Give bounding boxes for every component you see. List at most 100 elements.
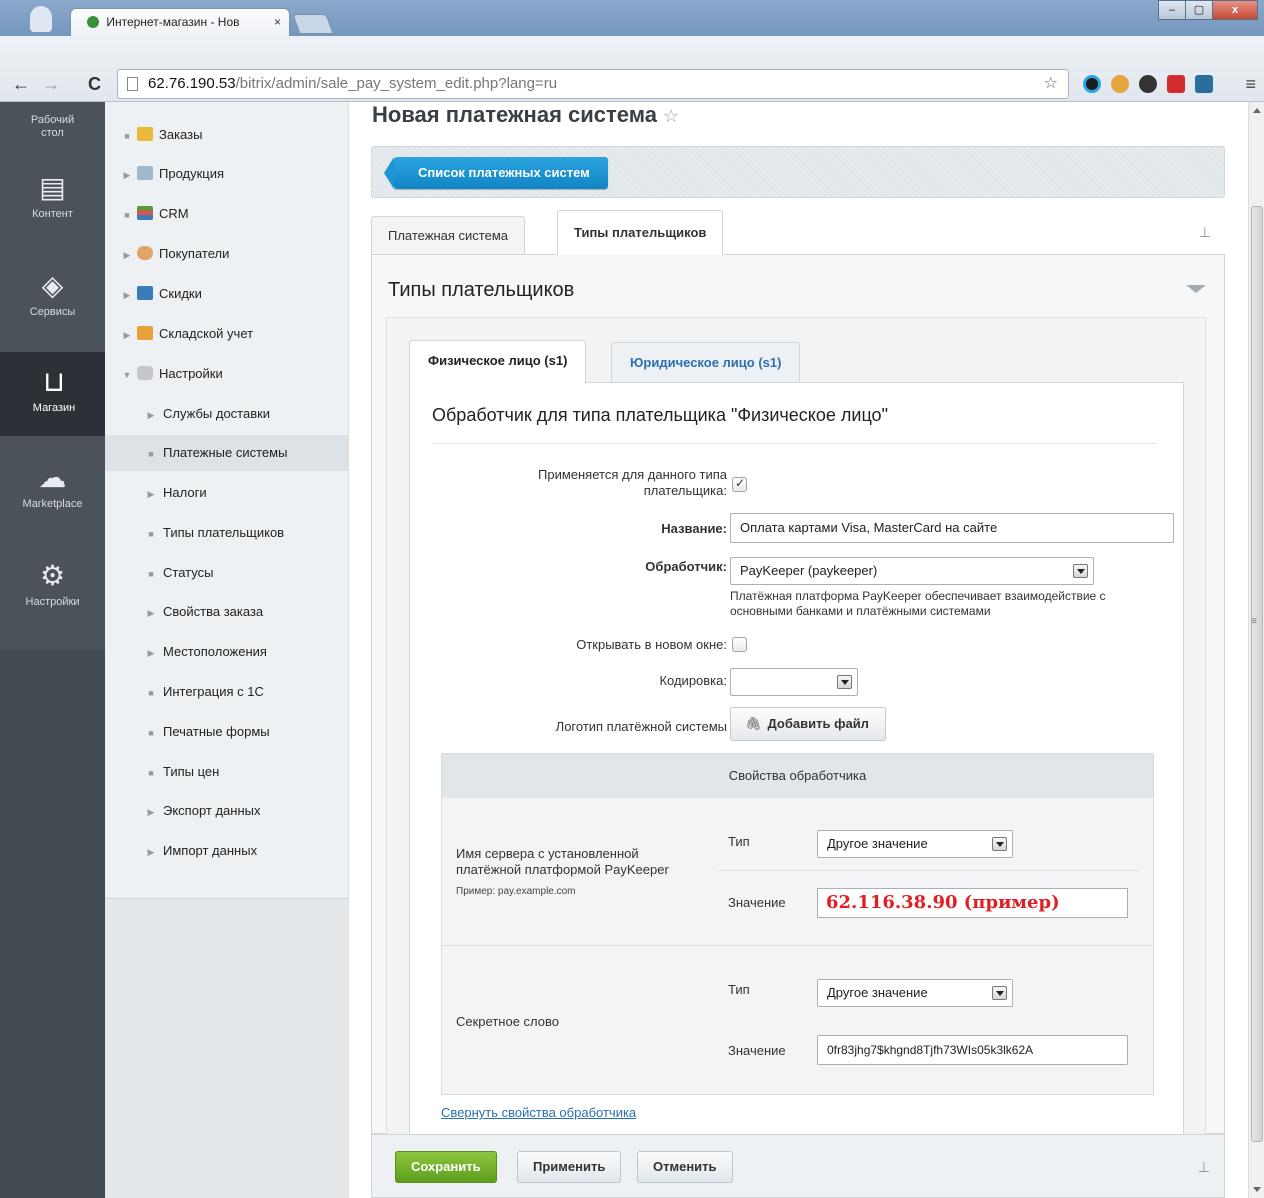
- scroll-thumb[interactable]: [1251, 206, 1263, 1142]
- address-bar[interactable]: 62.76.190.53/bitrix/admin/sale_pay_syste…: [117, 69, 1069, 99]
- bug-extension-icon[interactable]: [1167, 75, 1185, 93]
- type-select[interactable]: Другое значение: [817, 979, 1013, 1007]
- scroll-down-arrow[interactable]: [1253, 1187, 1261, 1192]
- reload-button[interactable]: C: [88, 74, 101, 95]
- handler-select-value: PayKeeper (paykeeper): [740, 563, 878, 578]
- menu-item-locations[interactable]: ▶ Местоположения: [105, 634, 349, 670]
- url-host: 62.76.190.53: [148, 75, 236, 92]
- name-label: Название:: [661, 521, 727, 536]
- menu-item-import[interactable]: ▶ Импорт данных: [105, 833, 349, 869]
- menu-marker[interactable]: ▶: [121, 277, 133, 313]
- menu-item-export[interactable]: ▶ Экспорт данных: [105, 793, 349, 829]
- vertical-scrollbar[interactable]: ≡: [1248, 102, 1264, 1198]
- menu-item-taxes[interactable]: ▶ Налоги: [105, 475, 349, 511]
- type-select[interactable]: Другое значение: [817, 830, 1013, 858]
- menu-label: Продукция: [159, 166, 225, 181]
- handler-properties-title: Свойства обработчика: [442, 754, 1153, 798]
- close-window-button[interactable]: x: [1212, 0, 1258, 20]
- menu-item-statuses[interactable]: ■ Статусы: [105, 555, 349, 591]
- browser-tab[interactable]: Интернет-магазин - Нов ×: [70, 8, 290, 36]
- rail-item-label: Контент: [32, 208, 73, 220]
- menu-marker[interactable]: ▶: [145, 595, 157, 631]
- clock-extension-icon[interactable]: [1139, 75, 1157, 93]
- applies-label-line: Применяется для данного типа: [538, 467, 727, 482]
- new-tab-button[interactable]: [292, 14, 334, 34]
- menu-item-products[interactable]: ▶ Продукция: [105, 156, 349, 192]
- menu-label: Местоположения: [163, 644, 267, 659]
- applies-label: Применяется для данного типа плательщика…: [538, 467, 727, 499]
- menu-item-order-properties[interactable]: ▶ Свойства заказа: [105, 594, 349, 630]
- handler-label: Обработчик:: [645, 559, 727, 574]
- rail-item-services[interactable]: ◈ Сервисы: [0, 270, 105, 318]
- type-select-value: Другое значение: [827, 836, 928, 851]
- rail-item-settings[interactable]: ⚙ Настройки: [0, 560, 105, 608]
- rail-item-content[interactable]: ▤ Контент: [0, 172, 105, 220]
- tab-payment-system[interactable]: Платежная система: [371, 216, 525, 254]
- type-select-value: Другое значение: [827, 985, 928, 1000]
- forward-button[interactable]: →: [42, 74, 60, 95]
- menu-item-orders[interactable]: ■ Заказы: [105, 117, 349, 153]
- handler-select[interactable]: PayKeeper (paykeeper): [730, 557, 1094, 585]
- encoding-select[interactable]: [730, 668, 858, 696]
- tab-close-icon[interactable]: ×: [274, 15, 281, 29]
- minimize-button[interactable]: –: [1158, 0, 1186, 20]
- menu-marker[interactable]: ▶: [121, 157, 133, 193]
- collapse-arrow-icon[interactable]: [1186, 285, 1206, 293]
- chevron-down-icon: [992, 837, 1007, 851]
- menu-marker[interactable]: ▶: [145, 397, 157, 433]
- menu-item-price-types[interactable]: ■ Типы цен: [105, 754, 349, 790]
- pin-icon[interactable]: ⊥: [1198, 1159, 1210, 1176]
- pin-icon[interactable]: ⊥: [1199, 224, 1211, 241]
- secret-word-input[interactable]: 0fr83jhg7$khgnd8Tjfh73WIs05k3lk62A: [817, 1035, 1128, 1065]
- menu-item-print-forms[interactable]: ■ Печатные формы: [105, 714, 349, 750]
- rail-item-desktop[interactable]: Рабочий стол: [0, 114, 105, 140]
- orders-icon: [137, 127, 153, 141]
- tab-payer-types[interactable]: Типы плательщиков: [557, 210, 724, 255]
- collapse-properties-link[interactable]: Свернуть свойства обработчика: [441, 1105, 636, 1120]
- bookmark-star-icon[interactable]: ☆: [1044, 70, 1058, 98]
- rail-item-marketplace[interactable]: ☁ Marketplace: [0, 462, 105, 510]
- cookie-extension-icon[interactable]: [1111, 75, 1129, 93]
- menu-marker[interactable]: ▶: [121, 237, 133, 273]
- profile-icon[interactable]: [30, 6, 52, 32]
- cancel-button[interactable]: Отменить: [637, 1151, 733, 1183]
- subtab-legal-entity[interactable]: Юридическое лицо (s1): [611, 342, 801, 382]
- favorite-star-icon[interactable]: ☆: [663, 106, 679, 126]
- menu-marker[interactable]: ▼: [121, 357, 133, 393]
- menu-marker[interactable]: ▶: [145, 476, 157, 512]
- menu-marker[interactable]: ▶: [145, 834, 157, 870]
- save-button[interactable]: Сохранить: [395, 1151, 497, 1183]
- subtab-individual[interactable]: Физическое лицо (s1): [409, 340, 587, 384]
- camera-extension-icon[interactable]: [1195, 75, 1213, 93]
- new-window-checkbox[interactable]: [732, 637, 747, 652]
- menu-item-discounts[interactable]: ▶ Скидки: [105, 276, 349, 312]
- menu-item-settings[interactable]: ▼ Настройки: [105, 356, 349, 392]
- menu-marker[interactable]: ▶: [121, 317, 133, 353]
- add-file-button[interactable]: 🖇 Добавить файл: [730, 707, 886, 741]
- scroll-up-arrow[interactable]: [1253, 108, 1261, 113]
- menu-item-1c-integration[interactable]: ■ Интеграция с 1С: [105, 674, 349, 710]
- handler-hint: Платёжная платформа PayKeeper обеспечива…: [730, 589, 1106, 619]
- browser-menu-icon[interactable]: ≡: [1245, 74, 1256, 95]
- back-button[interactable]: ←: [12, 74, 30, 95]
- menu-marker[interactable]: ▶: [145, 635, 157, 671]
- menu-marker: ■: [148, 688, 154, 698]
- menu-marker[interactable]: ▶: [145, 794, 157, 830]
- menu-item-delivery[interactable]: ▶ Службы доставки: [105, 396, 349, 432]
- menu-label: Платежные системы: [163, 445, 288, 460]
- name-input[interactable]: Оплата картами Visa, MasterCard на сайте: [730, 513, 1174, 543]
- menu-item-payment-systems[interactable]: ■ Платежные системы: [105, 435, 349, 471]
- applies-checkbox[interactable]: [732, 476, 747, 492]
- apply-button[interactable]: Применить: [517, 1151, 622, 1183]
- menu-item-payer-types[interactable]: ■ Типы плательщиков: [105, 515, 349, 551]
- menu-item-crm[interactable]: ■ CRM: [105, 196, 349, 232]
- extension-icon[interactable]: [1083, 75, 1101, 93]
- logo-label: Логотип платёжной системы: [555, 719, 727, 734]
- rail-item-label: Marketplace: [22, 498, 83, 510]
- payment-systems-list-button[interactable]: Список платежных систем: [384, 157, 608, 189]
- maximize-button[interactable]: ▢: [1185, 0, 1213, 20]
- menu-item-customers[interactable]: ▶ Покупатели: [105, 236, 349, 272]
- menu-item-warehouse[interactable]: ▶ Складской учет: [105, 316, 349, 352]
- server-name-input[interactable]: 62.116.38.90 (пример): [817, 888, 1128, 918]
- rail-item-shop[interactable]: ⊔ Магазин: [0, 352, 105, 436]
